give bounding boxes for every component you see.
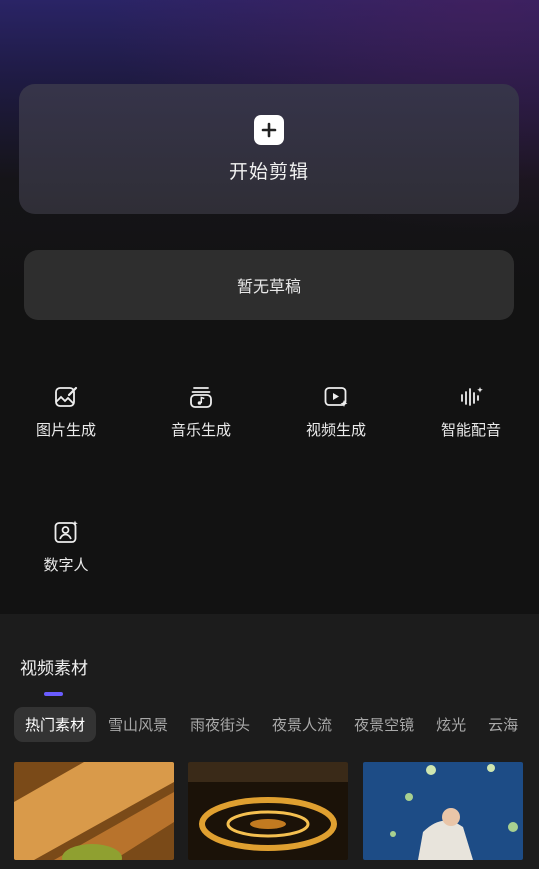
tool-label: 图片生成 [35,421,96,439]
drafts-empty-label: 暂无草稿 [236,277,301,296]
tool-label: 音乐生成 [170,421,231,439]
tab-rainy-street[interactable]: 雨夜街头 [190,714,250,735]
tab-snow-mountain[interactable]: 雪山风景 [108,714,168,735]
tab-hot-materials[interactable]: 热门素材 [14,707,97,742]
tool-label: 数字人 [43,556,89,574]
tool-image-generation[interactable]: 图片生成 [11,383,121,440]
tab-night-crowd[interactable]: 夜景人流 [272,714,332,735]
tool-video-generation[interactable]: 视频生成 [281,383,391,440]
music-icon [190,387,212,408]
tool-label: 智能配音 [440,421,501,439]
image-edit-icon [55,386,78,407]
tab-glare[interactable]: 炫光 [436,714,466,735]
material-thumbnail[interactable] [14,762,174,860]
tab-night-empty-shot[interactable]: 夜景空镜 [354,714,414,735]
tool-digital-human[interactable]: 数字人 [11,518,121,575]
start-editing-label: 开始剪辑 [228,160,309,183]
material-thumbnail[interactable] [363,762,523,860]
voice-wave-icon [461,387,483,406]
tool-label: 视频生成 [305,421,366,439]
section-title: 视频素材 [20,659,88,679]
start-editing-button[interactable]: 开始剪辑 [19,84,519,214]
section-indicator [44,692,63,696]
material-thumbnail[interactable] [188,762,348,860]
digital-human-icon [54,520,78,543]
plus-icon [254,114,284,145]
video-sparkle-icon [324,387,348,407]
video-material-section: 视频素材 热门素材 雪山风景 雨夜街头 夜景人流 夜景空镜 炫光 云海 [0,614,539,869]
tool-music-generation[interactable]: 音乐生成 [146,383,256,440]
tab-sea-of-clouds[interactable]: 云海 [488,714,518,735]
drafts-card[interactable]: 暂无草稿 [24,250,514,320]
material-tabs: 热门素材 雪山风景 雨夜街头 夜景人流 夜景空镜 炫光 云海 [14,707,539,742]
tool-smart-dubbing[interactable]: 智能配音 [416,383,526,440]
